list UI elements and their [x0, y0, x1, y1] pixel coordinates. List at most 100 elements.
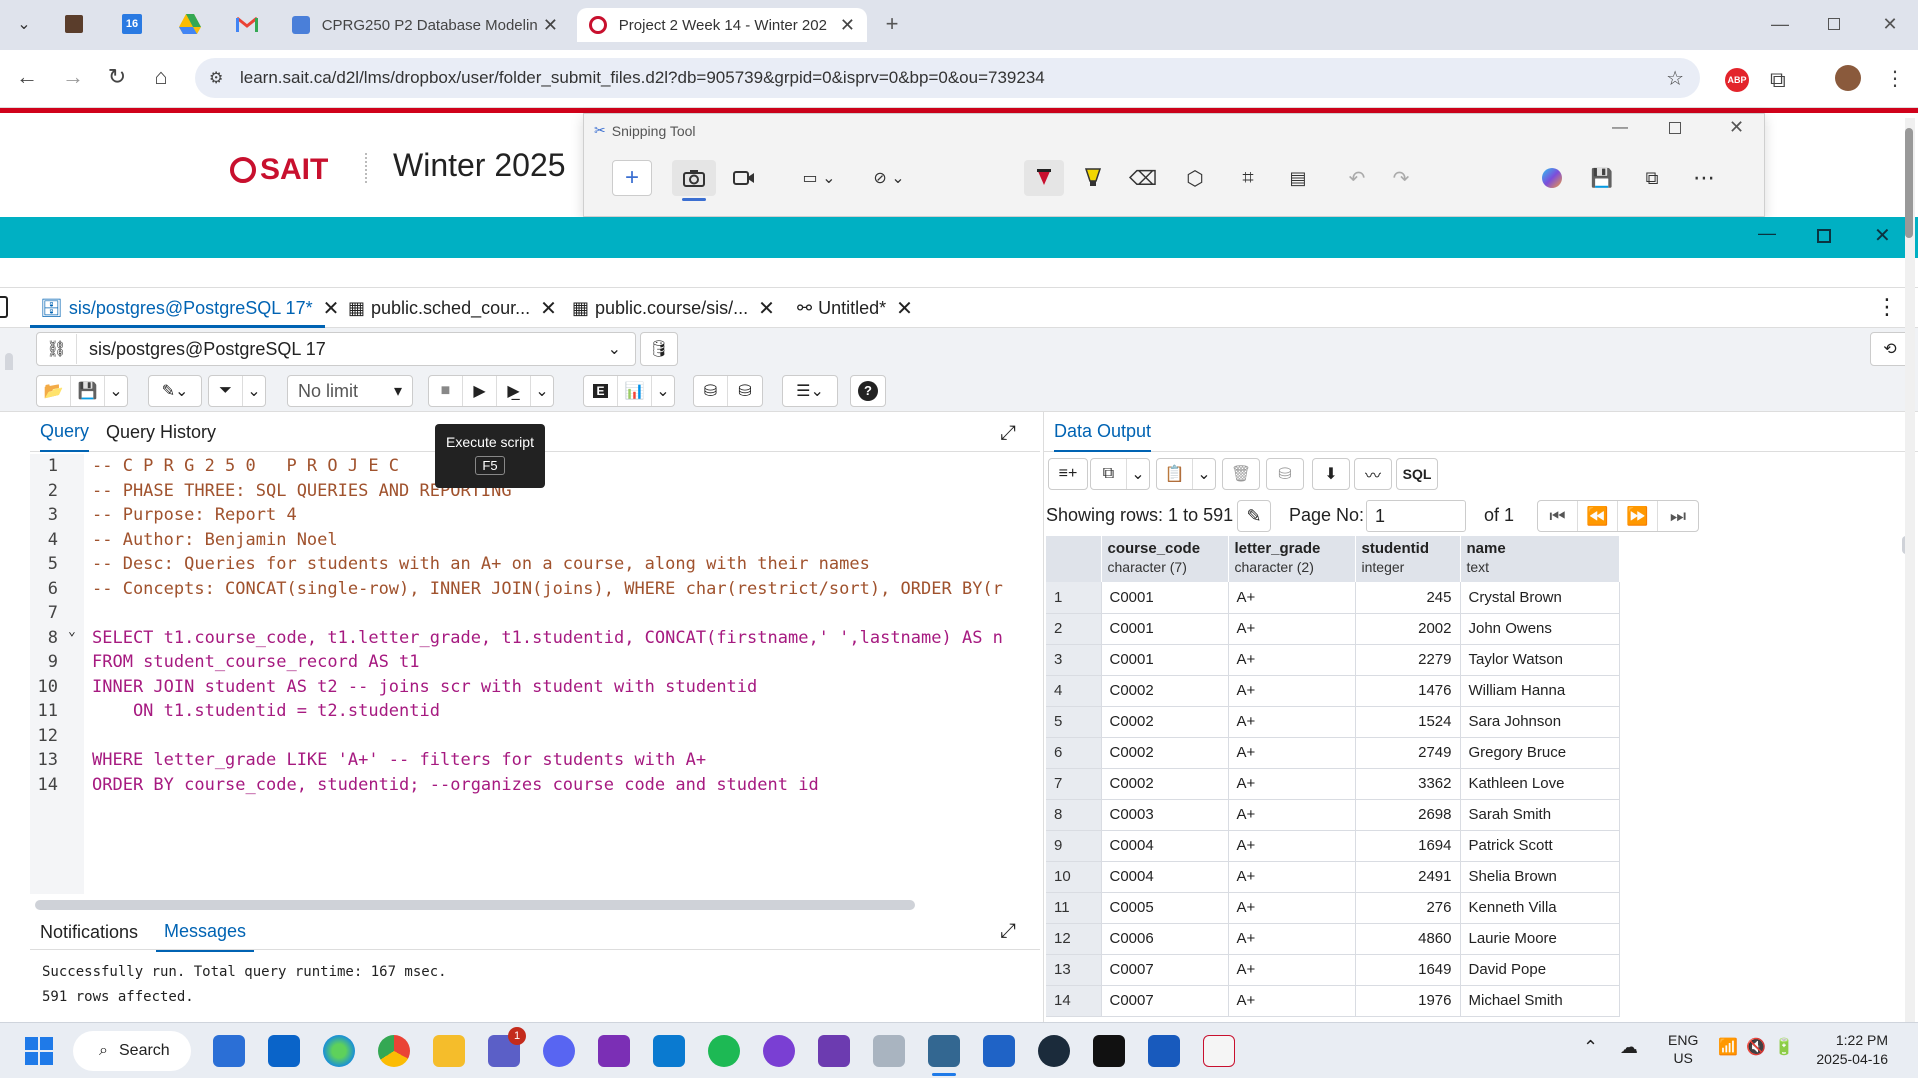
table-cell[interactable]: Patrick Scott [1460, 830, 1620, 862]
table-cell[interactable]: 3362 [1355, 768, 1461, 800]
table-cell[interactable]: C0002 [1101, 737, 1229, 769]
table-cell[interactable]: C0002 [1101, 768, 1229, 800]
table-cell[interactable]: C0001 [1101, 613, 1229, 645]
filter-icon[interactable]: ⏷ [209, 376, 243, 406]
onenote-icon[interactable] [598, 1035, 630, 1067]
column-header[interactable]: letter_grade character (2) [1228, 536, 1356, 582]
pinned-tab-drive[interactable] [178, 12, 202, 36]
pen-tool-icon[interactable] [1024, 160, 1064, 196]
shapes-icon[interactable]: ⬡ [1179, 162, 1211, 194]
profile-avatar[interactable] [1835, 65, 1861, 91]
video-mode-icon[interactable] [728, 162, 760, 194]
tab-query[interactable]: Query [40, 412, 90, 452]
commit-icon[interactable]: ⛁ [694, 376, 728, 406]
save-file-icon[interactable]: 💾 [71, 376, 105, 406]
table-row[interactable]: 1 C0001 A+ 245 Crystal Brown [1046, 582, 1620, 614]
table-cell[interactable]: Michael Smith [1460, 985, 1620, 1017]
rollback-icon[interactable]: ⛁ [728, 376, 762, 406]
table-cell[interactable]: A+ [1228, 582, 1356, 614]
execute-script-icon[interactable]: ▶ [463, 376, 497, 406]
table-cell[interactable]: C0005 [1101, 892, 1229, 924]
table-cell[interactable]: Crystal Brown [1460, 582, 1620, 614]
pgadmin-taskbar-icon[interactable] [928, 1035, 960, 1067]
table-cell[interactable]: A+ [1228, 768, 1356, 800]
screenshot-mode-camera-icon[interactable] [672, 160, 716, 196]
table-cell[interactable]: C0003 [1101, 799, 1229, 831]
table-cell[interactable]: A+ [1228, 923, 1356, 955]
tab-notifications[interactable]: Notifications [40, 912, 138, 952]
row-number-cell[interactable]: 10 [1046, 861, 1102, 893]
table-cell[interactable]: William Hanna [1460, 675, 1620, 707]
row-number-cell[interactable]: 9 [1046, 830, 1102, 862]
redo-icon[interactable]: ↷ [1385, 162, 1417, 194]
expand-icon[interactable]: ⤢ [1000, 422, 1016, 445]
database-button[interactable]: 🛢 [640, 332, 678, 366]
mylo-app-icon[interactable] [213, 1035, 245, 1067]
copy-snip-icon[interactable]: ⧉ [1636, 162, 1668, 194]
table-row[interactable]: 8 C0003 A+ 2698 Sarah Smith [1046, 799, 1620, 831]
table-cell[interactable]: C0007 [1101, 954, 1229, 986]
table-cell[interactable]: Laurie Moore [1460, 923, 1620, 955]
word-icon[interactable] [1148, 1035, 1180, 1067]
copilot-icon[interactable] [1536, 162, 1568, 194]
table-cell[interactable]: Kenneth Villa [1460, 892, 1620, 924]
volume-muted-icon[interactable]: 🔇 [1746, 1037, 1766, 1057]
table-cell[interactable]: Kathleen Love [1460, 768, 1620, 800]
graph-visualiser-icon[interactable]: 〰 [1355, 459, 1391, 489]
adblock-extension-icon[interactable]: ABP [1725, 68, 1749, 92]
table-cell[interactable]: 245 [1355, 582, 1461, 614]
row-number-cell[interactable]: 2 [1046, 613, 1102, 645]
tab-query-history[interactable]: Query History [106, 412, 216, 452]
macros-dropdown-icon[interactable]: ☰⌄ [783, 376, 837, 406]
table-cell[interactable]: A+ [1228, 613, 1356, 645]
table-row[interactable]: 3 C0001 A+ 2279 Taylor Watson [1046, 644, 1620, 676]
wifi-icon[interactable]: 📶 [1718, 1037, 1738, 1057]
delay-timer-dropdown-icon[interactable]: ⊘ ⌄ [864, 162, 914, 194]
row-number-cell[interactable]: 3 [1046, 644, 1102, 676]
forward-arrow-icon[interactable]: → [60, 64, 86, 90]
row-number-cell[interactable]: 7 [1046, 768, 1102, 800]
clock[interactable]: 1:22 PM 2025-04-16 [1810, 1031, 1888, 1069]
github-desktop-icon[interactable] [763, 1035, 795, 1067]
explain-analyze-icon[interactable]: 📊 [618, 376, 652, 406]
close-tab-icon[interactable]: ✕ [840, 15, 855, 36]
explain-dropdown-icon[interactable]: ⌄ [652, 376, 674, 406]
table-cell[interactable]: 276 [1355, 892, 1461, 924]
column-header[interactable]: course_code character (7) [1101, 536, 1229, 582]
taskbar-search[interactable]: ⌕ Search [73, 1031, 191, 1071]
teams-icon[interactable]: 1 [488, 1027, 526, 1067]
table-cell[interactable]: C0006 [1101, 923, 1229, 955]
table-cell[interactable]: 1476 [1355, 675, 1461, 707]
table-cell[interactable]: C0001 [1101, 644, 1229, 676]
expand-icon[interactable]: ⤢ [1000, 920, 1016, 943]
notepad-icon[interactable] [983, 1035, 1015, 1067]
table-row[interactable]: 4 C0002 A+ 1476 William Hanna [1046, 675, 1620, 707]
table-cell[interactable]: A+ [1228, 830, 1356, 862]
table-row[interactable]: 9 C0004 A+ 1694 Patrick Scott [1046, 830, 1620, 862]
row-number-cell[interactable]: 8 [1046, 799, 1102, 831]
table-cell[interactable]: C0007 [1101, 985, 1229, 1017]
bookmark-star-icon[interactable]: ☆ [1666, 66, 1684, 91]
discord-icon[interactable] [543, 1035, 575, 1067]
table-cell[interactable]: 4860 [1355, 923, 1461, 955]
outlook-icon[interactable] [268, 1035, 300, 1067]
table-cell[interactable]: Gregory Bruce [1460, 737, 1620, 769]
pinned-tab-gmail[interactable] [235, 12, 259, 36]
table-cell[interactable]: A+ [1228, 737, 1356, 769]
table-cell[interactable]: C0001 [1101, 582, 1229, 614]
save-dropdown-icon[interactable]: ⌄ [105, 376, 127, 406]
table-row[interactable]: 6 C0002 A+ 2749 Gregory Bruce [1046, 737, 1620, 769]
back-arrow-icon[interactable]: ← [14, 64, 40, 90]
page-scrollbar[interactable] [1905, 118, 1915, 1022]
save-data-icon[interactable]: ⛁ [1267, 459, 1303, 489]
row-number-cell[interactable]: 4 [1046, 675, 1102, 707]
table-row[interactable]: 13 C0007 A+ 1649 David Pope [1046, 954, 1620, 986]
dbeaver-icon[interactable] [873, 1035, 905, 1067]
stop-icon[interactable]: ■ [429, 376, 463, 406]
table-row[interactable]: 10 C0004 A+ 2491 Shelia Brown [1046, 861, 1620, 893]
object-explorer-toggle-icon[interactable] [0, 296, 8, 318]
row-number-cell[interactable]: 11 [1046, 892, 1102, 924]
table-cell[interactable]: 1976 [1355, 985, 1461, 1017]
table-row[interactable]: 2 C0001 A+ 2002 John Owens [1046, 613, 1620, 645]
tab-data-output[interactable]: Data Output [1054, 412, 1152, 452]
